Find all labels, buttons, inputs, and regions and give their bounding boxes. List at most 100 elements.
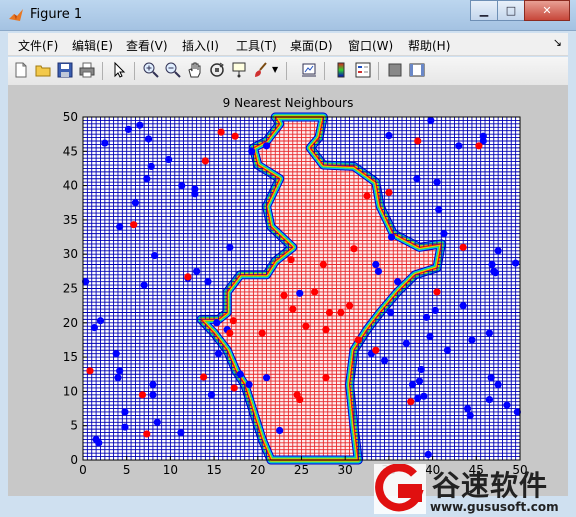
blue-data-point: [248, 147, 256, 155]
blue-data-point: [494, 380, 502, 389]
red-data-point: [231, 132, 239, 140]
y-tick-label: 40: [63, 179, 78, 193]
blue-data-point: [380, 356, 389, 365]
blue-data-point: [262, 374, 271, 382]
blue-data-point: [214, 350, 223, 358]
red-data-point: [201, 157, 209, 165]
red-data-point: [311, 288, 319, 296]
blue-data-point: [96, 317, 105, 325]
blue-data-point: [207, 391, 216, 399]
blue-data-point: [424, 450, 432, 459]
red-data-point: [319, 260, 327, 269]
watermark: 谷速软件 www.gususoft.com: [372, 462, 576, 517]
blue-data-point: [131, 199, 140, 207]
y-tick-label: 50: [63, 110, 78, 124]
watermark-url: www.gususoft.com: [430, 500, 559, 514]
blue-data-point: [95, 439, 103, 447]
red-data-point: [372, 346, 380, 354]
red-data-point: [385, 188, 393, 197]
red-data-point: [296, 396, 304, 404]
blue-data-point: [394, 278, 402, 286]
blue-data-point: [479, 132, 487, 140]
red-data-point: [217, 128, 225, 136]
blue-data-point: [433, 178, 441, 186]
y-tick-label: 10: [63, 384, 78, 398]
red-data-point: [350, 245, 358, 253]
blue-data-point: [193, 267, 201, 275]
blue-data-point: [121, 423, 129, 431]
blue-data-point: [468, 336, 476, 344]
blue-data-point: [178, 182, 186, 190]
blue-data-point: [153, 418, 161, 426]
blue-data-point: [149, 391, 157, 399]
red-data-point: [363, 192, 371, 200]
blue-data-point: [151, 251, 159, 260]
blue-data-point: [417, 365, 425, 374]
y-tick-label: 25: [63, 282, 78, 296]
red-data-point: [258, 329, 266, 337]
blue-data-point: [90, 324, 98, 332]
blue-data-point: [440, 230, 448, 238]
blue-data-point: [276, 426, 284, 435]
blue-data-point: [414, 394, 422, 402]
blue-data-point: [121, 408, 129, 416]
blue-data-point: [422, 313, 431, 321]
blue-data-point: [144, 135, 153, 143]
blue-data-point: [165, 155, 173, 164]
red-data-point: [226, 329, 234, 337]
blue-data-point: [485, 329, 494, 337]
x-tick-label: 5: [123, 463, 131, 477]
blue-data-point: [296, 289, 304, 297]
red-data-point: [345, 302, 354, 310]
blue-data-point: [191, 190, 199, 198]
blue-data-point: [408, 380, 417, 389]
red-data-point: [230, 384, 238, 392]
blue-data-point: [415, 377, 424, 385]
blue-data-point: [387, 233, 396, 241]
red-data-point: [475, 142, 483, 150]
blue-data-point: [487, 374, 495, 382]
y-tick-label: 20: [63, 316, 78, 330]
x-tick-label: 30: [338, 463, 353, 477]
blue-data-point: [245, 380, 253, 389]
red-data-point: [433, 288, 441, 296]
blue-data-point: [494, 247, 502, 255]
blue-data-point: [485, 396, 494, 404]
x-tick-label: 25: [294, 463, 309, 477]
blue-data-point: [413, 175, 421, 183]
red-data-point: [325, 308, 334, 317]
red-data-point: [459, 243, 467, 251]
blue-data-point: [149, 380, 157, 389]
blue-data-point: [140, 281, 148, 289]
blue-data-point: [385, 131, 393, 140]
red-data-point: [354, 336, 362, 344]
blue-data-point: [443, 346, 452, 354]
red-data-point: [86, 367, 94, 375]
red-data-point: [337, 308, 345, 317]
y-tick-label: 35: [63, 213, 78, 227]
red-data-point: [407, 398, 415, 406]
red-data-point: [184, 273, 192, 281]
blue-data-point: [112, 350, 120, 358]
blue-data-point: [427, 116, 435, 125]
blue-data-point: [374, 267, 383, 275]
knn-decision-plot[interactable]: 05101520253035404550 0510152025303540455…: [0, 0, 576, 517]
blue-data-point: [143, 175, 151, 183]
blue-data-point: [236, 370, 244, 378]
blue-data-point: [431, 306, 439, 315]
blue-data-point: [147, 162, 155, 170]
blue-data-point: [124, 125, 133, 133]
blue-data-point: [459, 302, 467, 310]
red-data-point: [143, 430, 151, 438]
blue-data-point: [455, 142, 463, 150]
x-tick-label: 10: [163, 463, 178, 477]
blue-data-point: [503, 401, 511, 409]
blue-data-point: [387, 308, 395, 317]
watermark-title: 谷速软件: [432, 469, 549, 502]
blue-data-point: [116, 223, 124, 231]
red-data-point: [414, 137, 422, 145]
y-tick-label: 30: [63, 247, 78, 261]
x-tick-label: 20: [250, 463, 265, 477]
blue-data-point: [204, 278, 212, 286]
blue-data-point: [114, 374, 122, 382]
